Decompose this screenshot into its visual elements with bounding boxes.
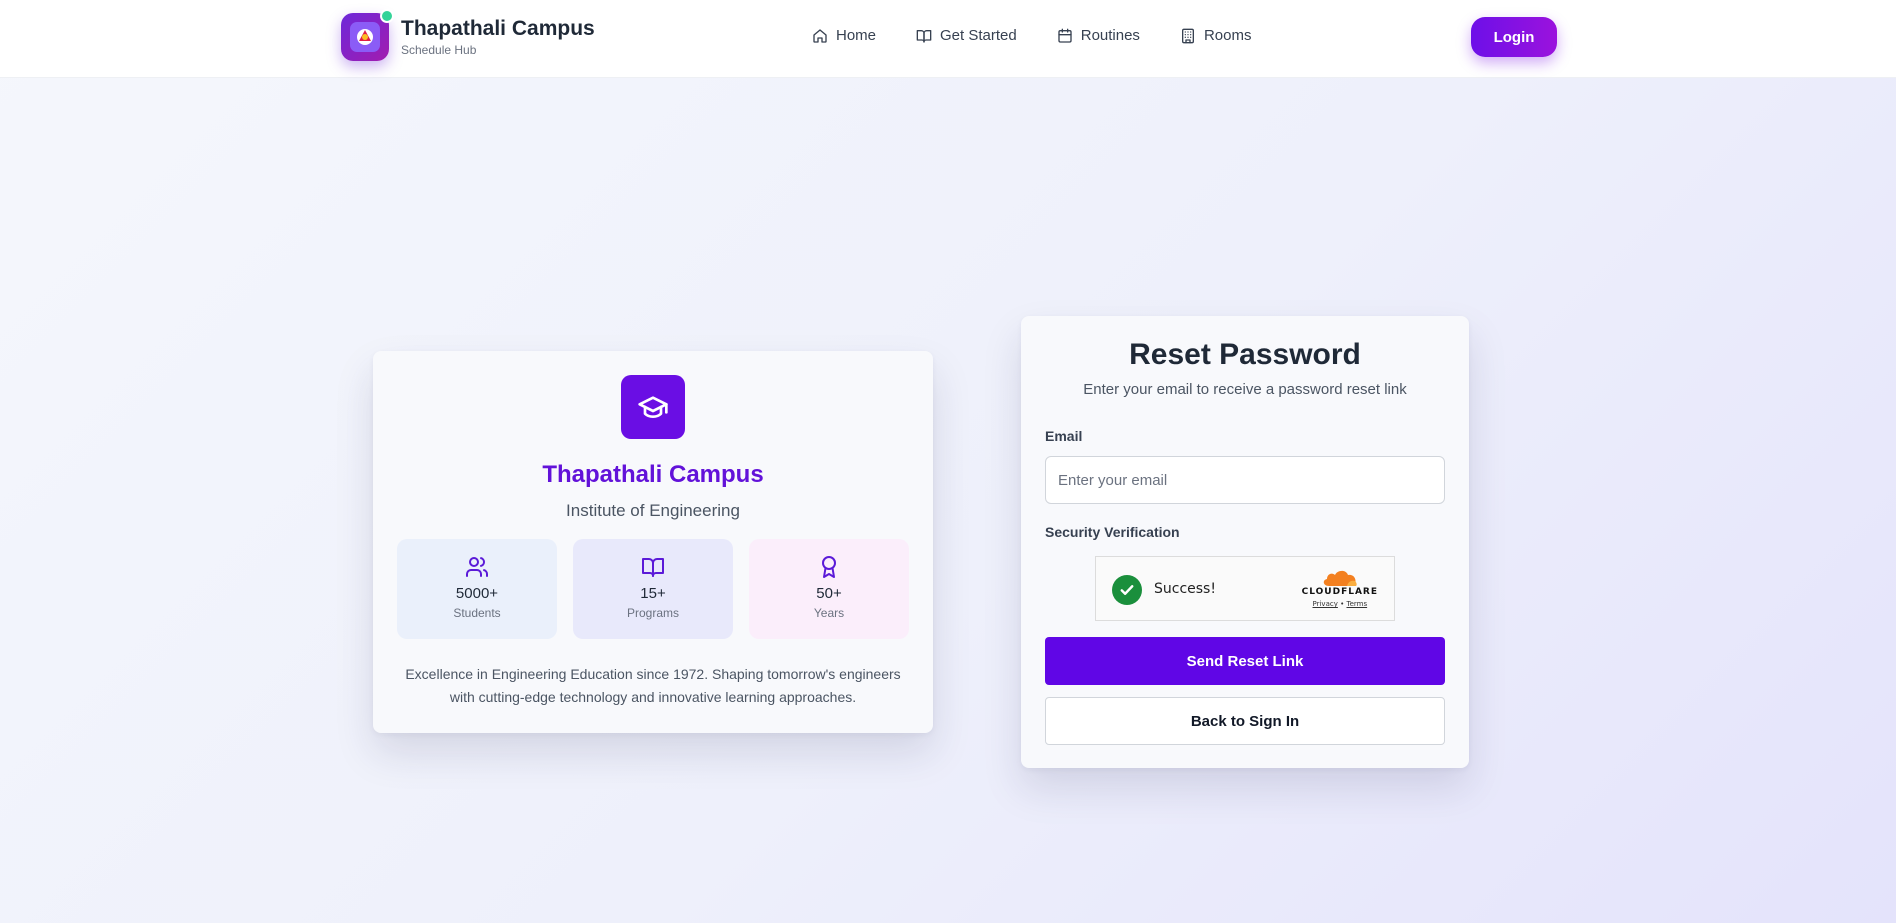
home-icon [813, 29, 827, 43]
checkmark-icon [1112, 575, 1142, 605]
stat-years-label: Years [813, 606, 845, 620]
captcha-privacy-link[interactable]: Privacy [1313, 600, 1338, 608]
award-icon [822, 556, 836, 578]
security-verification-label: Security Verification [1045, 524, 1180, 540]
captcha-status: Success! [1154, 581, 1216, 597]
brand[interactable]: Thapathali Campus Schedule Hub [341, 9, 595, 61]
brand-title: Thapathali Campus [401, 17, 595, 40]
book-open-icon [642, 558, 664, 577]
building-icon [1181, 28, 1194, 44]
nav-rooms[interactable]: Rooms [1180, 25, 1252, 47]
graduation-cap-icon [621, 375, 685, 439]
nav-home-label: Home [836, 27, 877, 44]
status-dot [380, 9, 394, 23]
top-navbar: Thapathali Campus Schedule Hub Home Get … [0, 0, 1896, 78]
nav-get-started[interactable]: Get Started [916, 25, 1017, 47]
campus-title: Thapathali Campus [542, 461, 764, 488]
main-nav: Home Get Started Routines Rooms [812, 25, 1291, 47]
login-button[interactable]: Login [1471, 17, 1557, 57]
campus-description: Excellence in Engineering Education sinc… [405, 666, 901, 705]
stats-row: 5000+ Students 15+ Programs 50+ Years [397, 539, 909, 639]
campus-info-card: Thapathali Campus Institute of Engineeri… [373, 351, 933, 733]
book-open-icon [916, 30, 932, 43]
email-label: Email [1045, 428, 1083, 444]
reset-title: Reset Password [1129, 338, 1361, 371]
nav-routines[interactable]: Routines [1057, 25, 1140, 47]
captcha-terms-link[interactable]: Terms [1346, 600, 1367, 608]
stat-students-value: 5000+ [455, 585, 499, 602]
stat-years-value: 50+ [816, 585, 842, 602]
nav-rooms-label: Rooms [1203, 27, 1252, 44]
campus-subtitle: Institute of Engineering [566, 501, 740, 520]
nav-get-started-label: Get Started [940, 27, 1017, 44]
campus-logo [341, 9, 394, 61]
captcha-widget[interactable]: Success! CLOUDFLARE Privacy • Terms [1095, 556, 1395, 621]
captcha-link-separator: • [1340, 600, 1345, 608]
stat-programs-label: Programs [626, 606, 679, 620]
users-icon [466, 557, 488, 577]
back-to-sign-in-button[interactable]: Back to Sign In [1045, 697, 1445, 745]
nav-home[interactable]: Home [812, 25, 876, 47]
stat-programs: 15+ Programs [573, 539, 733, 639]
stat-students-label: Students [453, 606, 501, 620]
cloudflare-brand: CLOUDFLARE Privacy • Terms [1302, 569, 1378, 610]
brand-subtitle: Schedule Hub [401, 43, 477, 57]
cloudflare-wordmark: CLOUDFLARE [1301, 587, 1378, 597]
stat-years: 50+ Years [749, 539, 909, 639]
stat-students: 5000+ Students [397, 539, 557, 639]
stat-programs-value: 15+ [640, 585, 666, 602]
nav-routines-label: Routines [1080, 27, 1140, 44]
email-field[interactable] [1045, 456, 1445, 504]
campus-emblem-icon [350, 22, 380, 52]
reset-subtitle: Enter your email to receive a password r… [1083, 381, 1407, 398]
calendar-icon [1058, 28, 1072, 43]
reset-password-card: Reset Password Enter your email to recei… [1021, 316, 1469, 768]
send-reset-link-button[interactable]: Send Reset Link [1045, 637, 1445, 685]
cloudflare-logo-icon [1323, 570, 1357, 586]
